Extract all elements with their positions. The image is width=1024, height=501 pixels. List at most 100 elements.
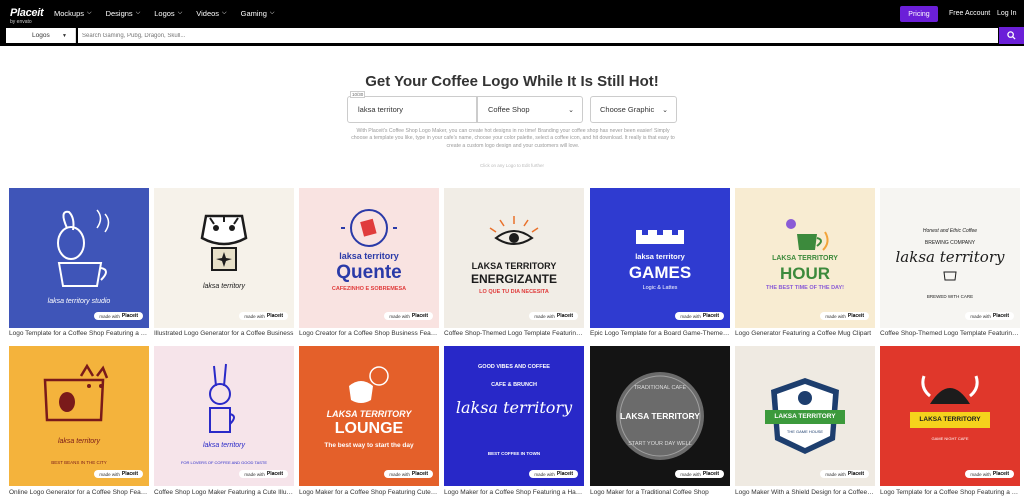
menu-item-mockups[interactable]: Mockups ⌵ xyxy=(54,9,92,18)
tile-caption[interactable]: Logo Maker for a Traditional Coffee Shop xyxy=(590,489,730,496)
logo-template-tile[interactable]: laksa territory studio made with Placeit xyxy=(9,188,149,328)
logo-big-text: HOUR xyxy=(779,264,831,283)
logo-subtext: by envato xyxy=(10,19,32,25)
logo-template-tile[interactable]: LAKSA TERRITORY GAME NIGHT CAFE made wit… xyxy=(880,346,1020,486)
made-with-badge: made with Placeit xyxy=(384,470,433,478)
logo-template-tile[interactable]: TRADITIONAL CAFE LAKSA TERRITORY START Y… xyxy=(590,346,730,486)
made-with-badge: made with Placeit xyxy=(384,312,433,320)
logo-name-text: laksa territory xyxy=(202,442,245,449)
character-count-tag: 10/30 xyxy=(350,91,366,98)
tile-caption[interactable]: Logo Generator Featuring a Coffee Mug Cl… xyxy=(735,330,875,337)
search-input[interactable] xyxy=(78,28,998,43)
logo-tagline: BREWED WITH CARE xyxy=(926,294,974,299)
graphic-dropdown[interactable]: Choose Graphic ⌄ xyxy=(590,96,677,123)
made-with-badge: made with Placeit xyxy=(94,470,143,478)
made-with-badge: made with Placeit xyxy=(675,470,724,478)
made-with-badge: made with Placeit xyxy=(239,470,288,478)
made-with-badge: made with Placeit xyxy=(529,470,578,478)
made-with-badge: made with Placeit xyxy=(965,312,1014,320)
logo-name-text: LAKSA TERRITORY xyxy=(919,416,981,423)
logo-name-text: laksa territory xyxy=(339,251,399,261)
logo-text-field[interactable]: laksa territory xyxy=(347,96,477,123)
chevron-down-icon: ⌄ xyxy=(568,106,574,114)
logo-name-text: laksa territory xyxy=(455,398,573,417)
page-title: Get Your Coffee Logo While It Is Still H… xyxy=(365,73,659,90)
logo-tagline: START YOUR DAY WELL xyxy=(628,441,692,447)
tile-caption[interactable]: Logo Maker for a Coffee Shop Featuring a… xyxy=(444,489,584,496)
top-navbar: Placeit by envato Mockups ⌵ Designs ⌵ Logo… xyxy=(0,0,1024,26)
logo-template-tile[interactable]: laksa territory GAMES Logic & Lattes mad… xyxy=(590,188,730,328)
logo-top-text: GOOD VIBES AND COFFEE xyxy=(478,364,550,370)
search-button[interactable] xyxy=(999,27,1024,44)
menu-item-videos[interactable]: Videos ⌵ xyxy=(196,9,226,18)
logo-name-text: LAKSA TERRITORY xyxy=(326,409,412,419)
tile-caption[interactable]: Coffee Shop-Themed Logo Template Featuri… xyxy=(880,330,1020,337)
logo-template-tile[interactable]: LAKSA TERRITORY ENERGIZANTE LO QUE TU DI… xyxy=(444,188,584,328)
logo-name-text: LAKSA TERRITORY xyxy=(774,413,836,420)
made-with-badge: made with Placeit xyxy=(94,312,143,320)
search-category-select[interactable]: Logos ▼ xyxy=(6,28,76,43)
placeit-logo[interactable]: Placeit by envato xyxy=(10,4,44,25)
logo-tagline: GAME NIGHT CAFE xyxy=(931,436,969,441)
dog-coffee-icon xyxy=(57,209,110,287)
logo-name-text: laksa territory xyxy=(635,252,685,261)
chevron-down-icon: ⌵ xyxy=(222,9,227,16)
free-account-link[interactable]: Free Account xyxy=(949,10,990,17)
logo-text: Placeit xyxy=(10,7,44,19)
logo-tagline: BEST COFFEE IN TOWN xyxy=(487,451,541,456)
tile-caption[interactable]: Coffee Shop-Themed Logo Template Featuri… xyxy=(444,330,584,337)
tile-caption[interactable]: Coffee Shop Logo Maker Featuring a Cute … xyxy=(154,489,294,496)
logo-template-tile[interactable]: LAKSA TERRITORY HOUR THE BEST TIME OF TH… xyxy=(735,188,875,328)
bunny-cup-icon xyxy=(209,363,235,433)
tile-caption[interactable]: Logo Template for a Coffee Shop Featurin… xyxy=(880,489,1020,496)
logo-template-tile[interactable]: laksa territory Quente CAFEZINHO E SOBRE… xyxy=(299,188,439,328)
logo-template-tile[interactable]: Honest and Ethic Coffee BREWING COMPANY … xyxy=(880,188,1020,328)
main-menu: Mockups ⌵ Designs ⌵ Logos ⌵ Videos ⌵ Gaming ⌵ xyxy=(54,0,288,26)
tile-caption[interactable]: Logo Creator for a Coffee Shop Business … xyxy=(299,330,439,337)
edit-hint: Click on any Logo to Edit further xyxy=(479,163,545,168)
logo-template-tile[interactable]: laksa territory BEST BEANS IN THE CITY m… xyxy=(9,346,149,486)
logo-tagline: THE BEST TIME OF THE DAY! xyxy=(765,285,845,291)
logo-name-text: LAKSA TERRITORY xyxy=(620,411,700,421)
eye-cup-icon xyxy=(489,216,539,245)
chevron-down-icon: ⌵ xyxy=(177,9,183,16)
industry-dropdown[interactable]: Coffee Shop ⌄ xyxy=(477,96,583,123)
tile-caption[interactable]: Logo Template for a Coffee Shop Featurin… xyxy=(9,330,149,337)
tile-caption[interactable]: Illustrated Logo Generator for a Coffee … xyxy=(154,330,294,337)
logo-name-text: LAKSA TERRITORY xyxy=(471,261,557,271)
tiger-icon xyxy=(200,214,248,271)
made-with-badge: made with Placeit xyxy=(239,312,288,320)
chevron-down-icon: ⌵ xyxy=(135,9,141,16)
logo-tagline: The best way to start the day xyxy=(324,442,414,449)
cup-icon xyxy=(943,271,957,281)
logo-tagline: CAFEZINHO E SOBREMESA xyxy=(331,286,407,292)
chevron-down-icon: ⌵ xyxy=(269,9,275,16)
logo-big-text: GAMES xyxy=(628,263,692,282)
logo-template-tile[interactable]: laksa territory FOR LOVERS OF COFFEE AND… xyxy=(154,346,294,486)
logo-template-tile[interactable]: LAKSA TERRITORY LOUNGE The best way to s… xyxy=(299,346,439,486)
tile-caption[interactable]: Epic Logo Template for a Board Game-Them… xyxy=(590,330,730,337)
login-link[interactable]: Log In xyxy=(997,10,1016,17)
logo-name-text: laksa territory studio xyxy=(47,298,111,305)
menu-item-designs[interactable]: Designs ⌵ xyxy=(106,9,141,18)
logo-big-text: LOUNGE xyxy=(334,420,404,437)
tile-caption[interactable]: Logo Maker With a Shield Design for a Co… xyxy=(735,489,875,496)
menu-item-logos[interactable]: Logos ⌵ xyxy=(154,9,182,18)
logo-template-tile[interactable]: LAKSA TERRITORY THE GAME HOUSE made with… xyxy=(735,346,875,486)
description-text: With Placeit's Coffee Shop Logo Maker, y… xyxy=(351,128,675,149)
logo-template-tile[interactable]: laksa territory made with Placeit xyxy=(154,188,294,328)
tile-caption[interactable]: Logo Maker for a Coffee Shop Featuring C… xyxy=(299,489,439,496)
logo-big-text: ENERGIZANTE xyxy=(470,272,557,286)
pricing-button[interactable]: Pricing xyxy=(900,6,938,22)
logo-top-text: TRADITIONAL CAFE xyxy=(633,385,687,391)
logo-big-text: Quente xyxy=(336,262,402,283)
logo-name-text: laksa territory xyxy=(57,438,100,445)
logo-name-text: laksa territory xyxy=(202,283,245,290)
menu-item-gaming[interactable]: Gaming ⌵ xyxy=(241,9,275,18)
logo-template-tile[interactable]: GOOD VIBES AND COFFEE CAFE & BRUNCH laks… xyxy=(444,346,584,486)
made-with-badge: made with Placeit xyxy=(965,470,1014,478)
chevron-down-icon: ▼ xyxy=(62,32,67,39)
logo-tagline: FOR LOVERS OF COFFEE AND GOOD TASTE xyxy=(180,460,268,465)
chevron-down-icon: ⌵ xyxy=(87,9,92,16)
tile-caption[interactable]: Online Logo Generator for a Coffee Shop … xyxy=(9,489,149,496)
